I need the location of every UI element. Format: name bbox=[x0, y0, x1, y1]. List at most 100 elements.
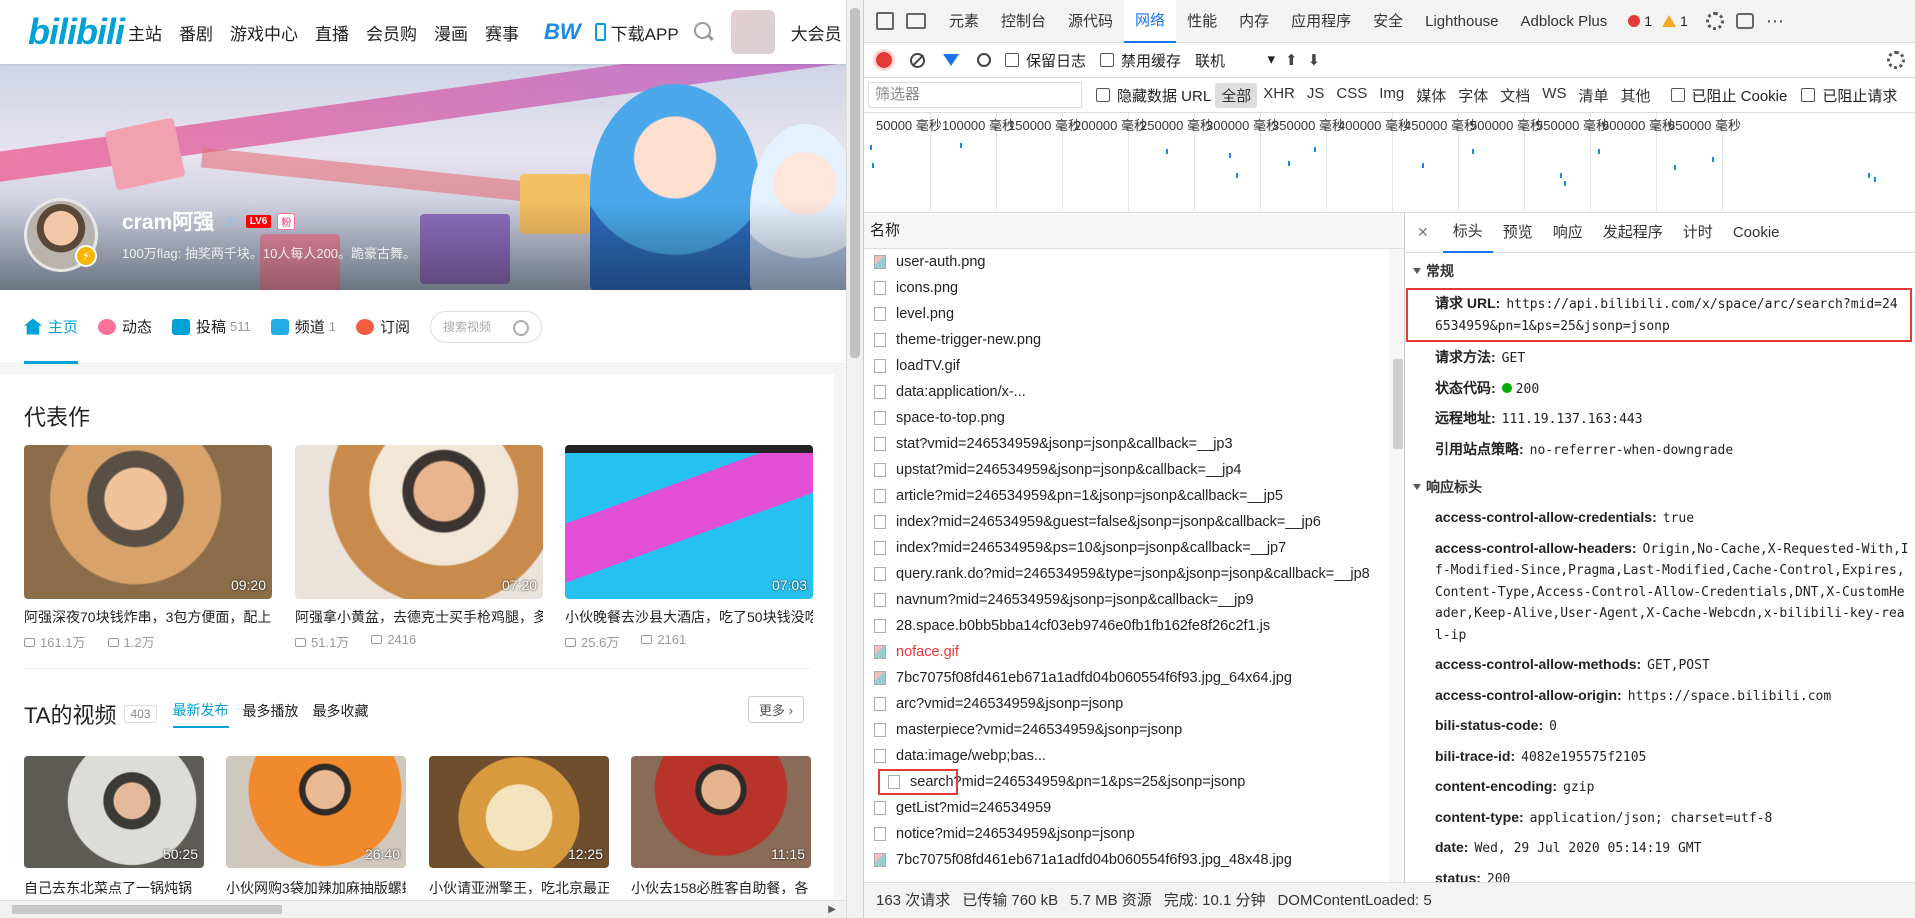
tab-channel[interactable]: 频道 1 bbox=[270, 290, 336, 364]
type-filter[interactable]: 其他 bbox=[1614, 83, 1656, 108]
video-thumbnail[interactable]: 09:20 bbox=[24, 445, 272, 599]
video-thumbnail[interactable]: 07:03 bbox=[565, 445, 813, 599]
request-row[interactable]: theme-trigger-new.png bbox=[864, 327, 1404, 353]
type-filter[interactable]: WS bbox=[1536, 83, 1572, 108]
record-icon[interactable] bbox=[876, 52, 892, 68]
video-item[interactable]: 26:40 小伙网购3袋加辣加麻抽版螺蛳 bbox=[226, 756, 406, 898]
avatar[interactable] bbox=[730, 10, 775, 54]
video-item[interactable]: 50:25 自己去东北菜点了一锅炖锅 bbox=[24, 756, 204, 898]
sort-most-favorited[interactable]: 最多收藏 bbox=[313, 701, 369, 727]
hide-data-url-checkbox[interactable]: 隐藏数据 URL bbox=[1096, 85, 1211, 106]
video-title[interactable]: 小伙去158必胜客自助餐，各 bbox=[631, 878, 811, 898]
video-title[interactable]: 小伙网购3袋加辣加麻抽版螺蛳 bbox=[226, 878, 406, 898]
detail-tab[interactable]: 预览 bbox=[1493, 213, 1543, 253]
tab-dynamic[interactable]: 动态 bbox=[98, 290, 152, 364]
network-overview-timeline[interactable]: 50000 毫秒 100000 毫秒 150000 毫秒 200000 毫秒 25000… bbox=[864, 113, 1915, 213]
device-toolbar-icon[interactable] bbox=[906, 13, 926, 29]
scrollbar-thumb[interactable] bbox=[12, 905, 282, 914]
general-section-header[interactable]: 常规 bbox=[1405, 253, 1915, 287]
request-row[interactable]: index?mid=246534959&ps=10&jsonp=jsonp&ca… bbox=[864, 535, 1404, 561]
tab-home[interactable]: 主页 bbox=[24, 290, 79, 364]
request-row[interactable]: loadTV.gif bbox=[864, 353, 1404, 379]
request-list-scrollbar[interactable] bbox=[1390, 249, 1404, 882]
type-filter[interactable]: 字体 bbox=[1452, 83, 1494, 108]
name-column-header[interactable]: 名称 bbox=[864, 213, 1404, 249]
request-row[interactable]: stat?vmid=246534959&jsonp=jsonp&callback… bbox=[864, 431, 1404, 457]
blocked-cookies-checkbox[interactable]: 已阻止 Cookie bbox=[1670, 85, 1787, 106]
video-thumbnail[interactable]: 11:15 bbox=[631, 756, 811, 868]
user-avatar[interactable]: ⚡ bbox=[24, 198, 98, 272]
request-row[interactable]: user-auth.png bbox=[864, 249, 1404, 275]
request-row[interactable]: space-to-top.png bbox=[864, 405, 1404, 431]
request-row[interactable]: query.rank.do?mid=246534959&type=jsonp&j… bbox=[864, 561, 1404, 587]
clear-icon[interactable] bbox=[910, 52, 925, 68]
nav-item[interactable]: 游戏中心 bbox=[230, 20, 298, 45]
masterpiece-video[interactable]: 09:20 阿强深夜70块钱炸串，3包方便面，配上 161.1万 1.2万 bbox=[24, 445, 272, 651]
detail-tab[interactable]: 计时 bbox=[1673, 213, 1723, 253]
export-har-icon[interactable]: ⬇ bbox=[1308, 51, 1321, 69]
video-thumbnail[interactable]: 07:20 bbox=[295, 445, 543, 599]
devtools-tab[interactable]: Lighthouse bbox=[1414, 0, 1509, 43]
close-icon[interactable]: ✕ bbox=[1417, 224, 1429, 241]
download-app-link[interactable]: 下载APP bbox=[594, 20, 679, 45]
request-row[interactable]: notice?mid=246534959&jsonp=jsonp bbox=[864, 821, 1404, 847]
masterpiece-video[interactable]: 07:20 阿强拿小黄盆，去德克士买手枪鸡腿，多 51.1万 2416 bbox=[295, 445, 543, 651]
request-row[interactable]: data:application/x-... bbox=[864, 379, 1404, 405]
type-filter[interactable]: CSS bbox=[1330, 83, 1373, 108]
video-item[interactable]: 11:15 小伙去158必胜客自助餐，各 bbox=[631, 756, 811, 898]
type-filter[interactable]: 全部 bbox=[1215, 82, 1258, 108]
devtools-tab[interactable]: 源代码 bbox=[1057, 0, 1124, 43]
nav-item[interactable]: 会员购 bbox=[366, 20, 417, 45]
request-row[interactable]: masterpiece?vmid=246534959&jsonp=jsonp bbox=[864, 717, 1404, 743]
type-filter[interactable]: 媒体 bbox=[1410, 83, 1452, 108]
video-thumbnail[interactable]: 12:25 bbox=[429, 756, 609, 868]
request-row[interactable]: getList?mid=246534959 bbox=[864, 795, 1404, 821]
bw-event-link[interactable]: BW bbox=[544, 19, 581, 45]
devtools-tab[interactable]: 安全 bbox=[1362, 0, 1414, 43]
scrollbar-thumb[interactable] bbox=[850, 8, 860, 358]
request-row[interactable]: data:image/webp;bas... bbox=[864, 743, 1404, 769]
devtools-tab[interactable]: 内存 bbox=[1228, 0, 1280, 43]
masterpiece-video[interactable]: 07:03 小伙晚餐去沙县大酒店，吃了50块钱没吃 25.6万 2161 bbox=[565, 445, 813, 651]
request-row[interactable]: 7bc7075f08fd461eb671a1adfd04b060554f6f93… bbox=[864, 847, 1404, 873]
response-headers-section-header[interactable]: 响应标头 bbox=[1405, 469, 1915, 503]
request-row[interactable]: level.png bbox=[864, 301, 1404, 327]
inspect-element-icon[interactable] bbox=[876, 12, 894, 30]
devtools-tab[interactable]: 网络 bbox=[1124, 0, 1177, 43]
sort-most-played[interactable]: 最多播放 bbox=[243, 701, 299, 727]
request-row[interactable]: article?mid=246534959&pn=1&jsonp=jsonp&c… bbox=[864, 483, 1404, 509]
more-options-icon[interactable]: ⋯ bbox=[1766, 11, 1785, 32]
tab-subscribe[interactable]: 订阅 bbox=[356, 290, 410, 364]
tab-uploads[interactable]: 投稿 511 bbox=[172, 290, 251, 364]
sort-latest[interactable]: 最新发布 bbox=[172, 700, 229, 728]
nav-item[interactable]: 主站 bbox=[128, 20, 162, 45]
request-row[interactable]: navnum?mid=246534959&jsonp=jsonp&callbac… bbox=[864, 587, 1404, 613]
detail-tab[interactable]: 发起程序 bbox=[1593, 213, 1673, 253]
settings-gear-icon[interactable] bbox=[1705, 12, 1724, 30]
devtools-tab[interactable]: 性能 bbox=[1176, 0, 1228, 43]
devtools-tab[interactable]: Adblock Plus bbox=[1510, 0, 1619, 43]
page-scrollbar[interactable] bbox=[846, 0, 863, 918]
nav-item[interactable]: 赛事 bbox=[485, 20, 519, 45]
devtools-tab[interactable]: 元素 bbox=[938, 0, 990, 43]
video-item[interactable]: 12:25 小伙请亚洲擎王，吃北京最正 bbox=[429, 756, 609, 898]
detail-tab[interactable]: 标头 bbox=[1442, 213, 1493, 253]
request-row[interactable]: index?mid=246534959&guest=false&jsonp=js… bbox=[864, 509, 1404, 535]
type-filter[interactable]: XHR bbox=[1257, 83, 1301, 108]
preserve-log-checkbox[interactable]: 保留日志 bbox=[1005, 50, 1086, 71]
blocked-requests-checkbox[interactable]: 已阻止请求 bbox=[1801, 85, 1897, 106]
request-row[interactable]: icons.png bbox=[864, 275, 1404, 301]
import-har-icon[interactable]: ⬆ bbox=[1285, 51, 1298, 69]
video-thumbnail[interactable]: 50:25 bbox=[24, 756, 204, 868]
video-title[interactable]: 阿强深夜70块钱炸串，3包方便面，配上 bbox=[24, 607, 272, 627]
type-filter[interactable]: Img bbox=[1373, 83, 1410, 108]
nav-item[interactable]: 直播 bbox=[315, 20, 349, 45]
video-title[interactable]: 自己去东北菜点了一锅炖锅 bbox=[24, 878, 204, 898]
devtools-tab[interactable]: 控制台 bbox=[990, 0, 1057, 43]
video-title[interactable]: 阿强拿小黄盆，去德克士买手枪鸡腿，多 bbox=[295, 607, 543, 627]
type-filter[interactable]: JS bbox=[1301, 83, 1331, 108]
devtools-tab[interactable]: 应用程序 bbox=[1280, 0, 1362, 43]
type-filter[interactable]: 文档 bbox=[1494, 83, 1536, 108]
throttle-select[interactable]: 联机 ▾ bbox=[1195, 50, 1275, 71]
bilibili-logo[interactable]: bilibili bbox=[28, 11, 125, 53]
